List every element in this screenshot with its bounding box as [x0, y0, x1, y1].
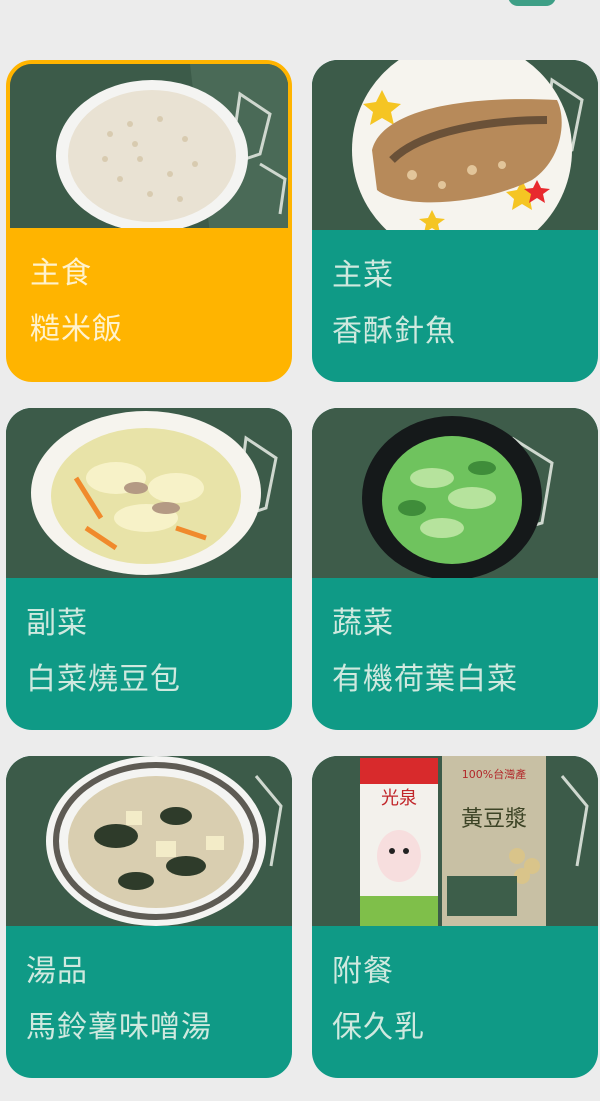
meal-card-main[interactable]: 主菜 香酥針魚 — [312, 60, 598, 382]
meal-category: 主食 — [30, 256, 92, 291]
meal-card-vegetable[interactable]: 蔬菜 有機荷葉白菜 — [312, 408, 598, 730]
meal-info: 附餐 保久乳 — [312, 926, 598, 1078]
meal-category: 蔬菜 — [332, 606, 394, 641]
meal-info: 湯品 馬鈴薯味噌湯 — [6, 926, 292, 1078]
meal-category: 副菜 — [26, 606, 88, 641]
meal-info: 蔬菜 有機荷葉白菜 — [312, 578, 598, 730]
meal-category: 湯品 — [26, 954, 88, 989]
meal-grid: 主食 糙米飯 主菜 香酥針魚 副菜 白菜燒豆包 蔬菜 有機荷葉白菜 湯品 馬鈴薯… — [0, 0, 600, 1101]
meal-name: 香酥針魚 — [332, 314, 456, 349]
vegetable-photo — [312, 408, 598, 578]
cabbage-tofu-photo — [6, 408, 292, 578]
meal-name: 白菜燒豆包 — [26, 662, 181, 697]
milk-soy-photo: 光泉 100%台灣產 黃豆漿 — [312, 756, 598, 926]
meal-card-soup[interactable]: 湯品 馬鈴薯味噌湯 — [6, 756, 292, 1078]
fish-photo — [312, 60, 598, 230]
miso-soup-photo — [6, 756, 292, 926]
meal-info: 主食 糙米飯 — [10, 228, 288, 378]
meal-name: 糙米飯 — [30, 312, 123, 347]
meal-info: 副菜 白菜燒豆包 — [6, 578, 292, 730]
soy-label-text: 100%台灣產 — [462, 767, 526, 781]
meal-name: 馬鈴薯味噌湯 — [26, 1010, 212, 1045]
meal-card-staple[interactable]: 主食 糙米飯 — [6, 60, 292, 382]
rice-photo — [10, 64, 288, 228]
meal-name: 有機荷葉白菜 — [332, 662, 518, 697]
milk-brand-text: 光泉 — [381, 788, 417, 809]
meal-info: 主菜 香酥針魚 — [312, 230, 598, 382]
meal-card-side[interactable]: 副菜 白菜燒豆包 — [6, 408, 292, 730]
meal-category: 主菜 — [332, 258, 394, 293]
meal-category: 附餐 — [332, 954, 394, 989]
soy-name-text: 黃豆漿 — [461, 807, 527, 832]
meal-card-extra[interactable]: 光泉 100%台灣產 黃豆漿 附餐 保久乳 — [312, 756, 598, 1078]
meal-name: 保久乳 — [332, 1010, 425, 1045]
